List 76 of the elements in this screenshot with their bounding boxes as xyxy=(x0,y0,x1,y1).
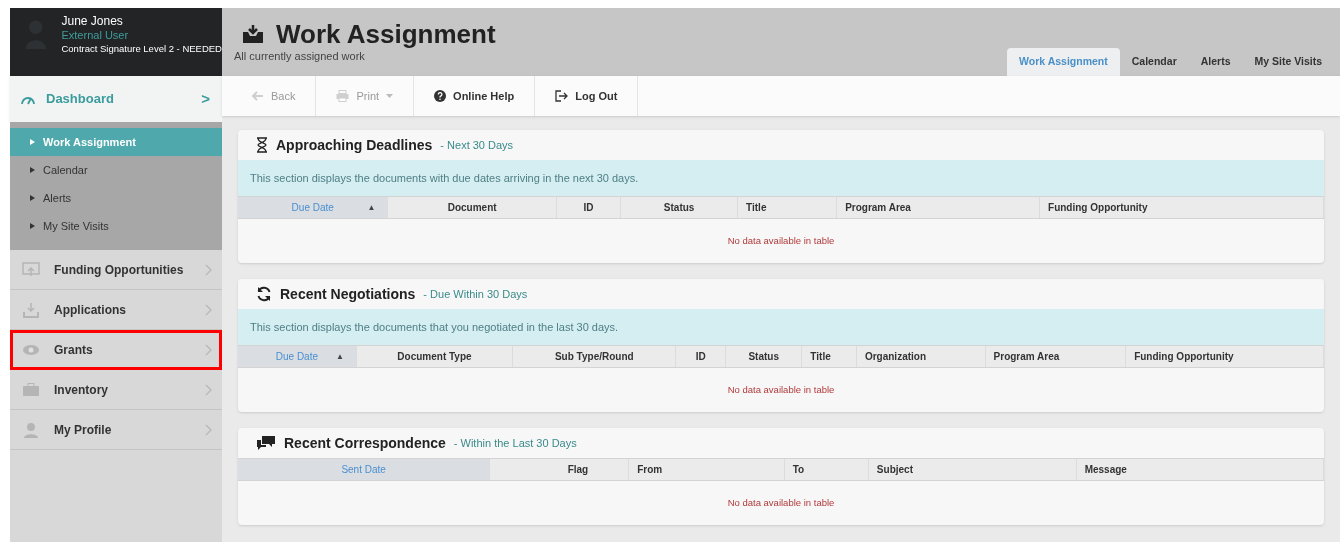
section-title: Approaching Deadlines xyxy=(276,135,433,155)
briefcase-icon xyxy=(22,382,40,397)
column-header[interactable]: Document Type xyxy=(356,346,514,367)
chat-icon xyxy=(256,435,276,451)
column-header[interactable]: Due Date ▲ xyxy=(238,197,389,218)
inbox-icon xyxy=(242,24,264,44)
tab[interactable]: My Site Visits xyxy=(1242,48,1334,76)
column-header[interactable]: Subject xyxy=(868,459,1077,480)
help-icon xyxy=(434,90,447,102)
section-title: Recent Negotiations xyxy=(280,284,416,304)
column-header[interactable]: Status xyxy=(726,346,803,367)
nav-item[interactable]: Inventory xyxy=(10,370,222,410)
column-header[interactable]: Title xyxy=(738,197,838,218)
empty-table-message: No data available in table xyxy=(727,233,835,248)
column-header[interactable]: ID xyxy=(676,346,727,367)
sort-arrow: ▲ xyxy=(335,350,344,363)
nav-item[interactable]: Grants xyxy=(10,330,222,370)
section-title: Recent Correspondence xyxy=(284,433,446,453)
triangle-icon xyxy=(30,167,35,173)
section-subtitle: - Due Within 30 Days xyxy=(423,286,528,302)
chevron-icon: > xyxy=(201,87,210,111)
arrow-left-icon xyxy=(252,91,264,101)
tab[interactable]: Calendar xyxy=(1119,48,1189,76)
column-header[interactable]: Organization xyxy=(856,346,986,367)
hourglass-icon xyxy=(256,137,268,153)
section-subtitle: - Next 30 Days xyxy=(440,137,514,153)
column-header[interactable]: To xyxy=(784,459,869,480)
refresh-icon xyxy=(256,286,272,302)
info-banner: This section displays the documents with due dates arriving in the next 30 days. xyxy=(238,160,1324,196)
eye-icon xyxy=(22,343,40,356)
submenu-item[interactable]: Calendar xyxy=(10,156,222,184)
chevron-icon xyxy=(205,303,212,316)
logout-icon xyxy=(555,90,569,102)
triangle-icon xyxy=(30,139,35,145)
print-icon xyxy=(336,90,350,102)
nav-item[interactable]: Funding Opportunities xyxy=(10,250,222,290)
caret-icon xyxy=(386,94,394,98)
upload-icon xyxy=(22,261,40,278)
column-header[interactable]: Document xyxy=(388,197,557,218)
toolbar-button[interactable]: Online Help xyxy=(414,76,536,116)
chevron-icon xyxy=(205,343,212,356)
column-header[interactable]: Status xyxy=(621,197,739,218)
triangle-icon xyxy=(30,223,35,229)
empty-table-message: No data available in table xyxy=(727,382,835,397)
chevron-icon xyxy=(205,263,212,276)
column-header[interactable]: Program Area xyxy=(985,346,1127,367)
column-header[interactable]: Sub Type/Round xyxy=(513,346,677,367)
user-role: External User xyxy=(61,28,130,42)
column-header[interactable]: Title xyxy=(802,346,857,367)
column-header[interactable]: Message xyxy=(1076,459,1324,480)
submenu-item[interactable]: Alerts xyxy=(10,184,222,212)
chevron-icon xyxy=(205,383,212,396)
column-header[interactable]: Funding Opportunity xyxy=(1040,197,1324,218)
column-header[interactable]: Program Area xyxy=(837,197,1041,218)
info-banner: This section displays the documents that you negotiated in the last 30 days. xyxy=(238,309,1324,345)
column-header[interactable]: From xyxy=(629,459,785,480)
nav-item[interactable]: Applications xyxy=(10,290,222,330)
user-name: June Jones xyxy=(61,14,124,28)
empty-table-message: No data available in table xyxy=(727,495,835,510)
triangle-icon xyxy=(30,195,35,201)
sort-arrow: ▲ xyxy=(367,201,376,214)
column-header[interactable]: Funding Opportunity xyxy=(1126,346,1324,367)
user-note: Contract Signature Level 2 - NEEDED xyxy=(61,42,222,56)
column-header[interactable]: ID xyxy=(556,197,622,218)
page-title: Work Assignment xyxy=(276,20,496,48)
chevron-icon xyxy=(205,423,212,436)
tab[interactable]: Alerts xyxy=(1188,48,1243,76)
section-subtitle: - Within the Last 30 Days xyxy=(453,435,577,451)
column-header[interactable]: Flag xyxy=(490,459,630,480)
submenu-item[interactable]: My Site Visits xyxy=(10,212,222,240)
toolbar-button[interactable]: Log Out xyxy=(535,76,639,116)
person-icon xyxy=(23,421,39,438)
download-icon xyxy=(22,301,40,318)
nav-item[interactable]: My Profile xyxy=(10,410,222,450)
column-header[interactable]: Due Date ▲ xyxy=(238,346,357,367)
page-subtitle: All currently assigned work xyxy=(234,49,366,64)
